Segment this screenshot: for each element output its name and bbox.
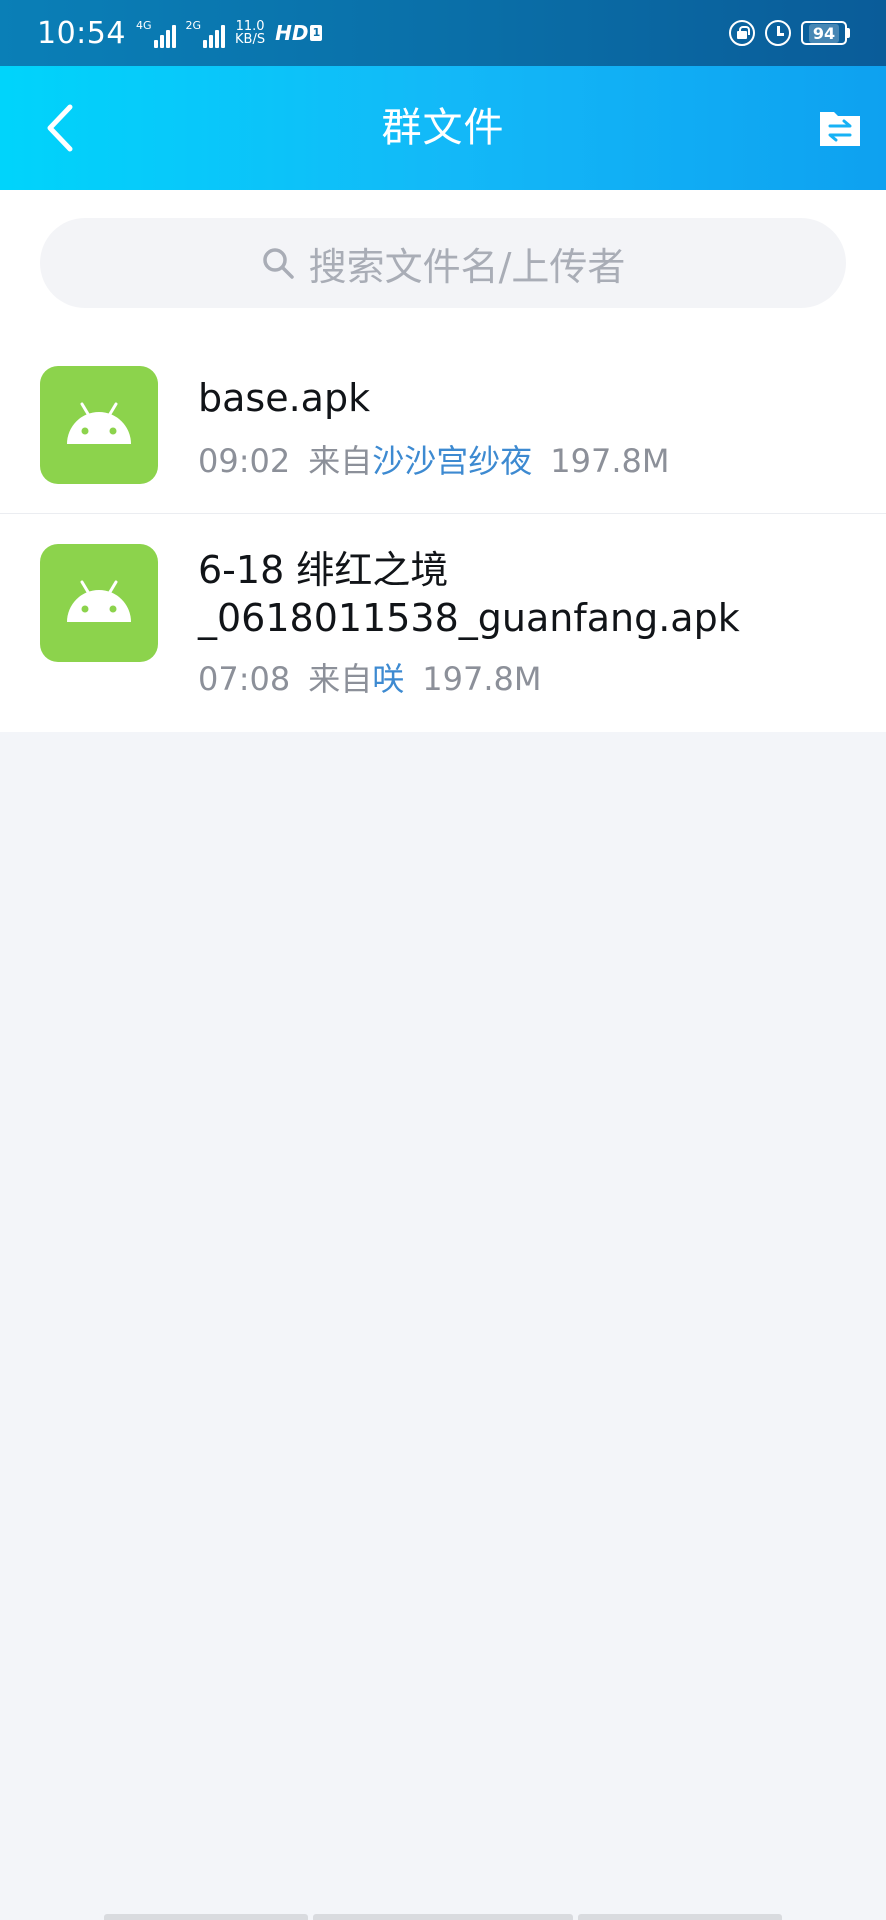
android-icon [40, 366, 158, 484]
network-speed: 11.0 KB/S [235, 20, 265, 46]
search-input[interactable]: 搜索文件名/上传者 [40, 218, 846, 308]
gesture-nav-bar [0, 1910, 886, 1920]
file-time: 09:02 [198, 442, 291, 480]
uploader-link[interactable]: 沙沙宫纱夜 [372, 442, 532, 480]
file-transfer-icon [820, 112, 860, 146]
android-icon [40, 544, 158, 662]
status-bar: 10:54 4G 2G 11.0 KB/S HD 1 94 [0, 0, 886, 66]
file-meta: 07:08 来自咲 197.8M [198, 654, 541, 700]
rotation-lock-icon [729, 20, 755, 46]
net-type-label: 4G [135, 19, 152, 32]
signal-2g-icon: 2G [186, 18, 226, 48]
gesture-hint-left[interactable] [104, 1914, 308, 1920]
file-item[interactable]: base.apk 09:02 来自沙沙宫纱夜 197.8M [0, 340, 886, 514]
gesture-hint-right[interactable] [578, 1914, 782, 1920]
file-meta: 09:02 来自沙沙宫纱夜 197.8M [198, 436, 669, 482]
status-right: 94 [729, 0, 850, 66]
file-time: 07:08 [198, 660, 291, 698]
alarm-clock-icon [765, 20, 791, 46]
page-title: 群文件 [381, 105, 505, 151]
signal-4g-icon: 4G [136, 18, 176, 48]
hd-voice-icon: HD 1 [275, 21, 323, 45]
from-label: 来自 [308, 442, 373, 480]
app-header: 群文件 [0, 66, 886, 190]
net-type-label: 2G [185, 19, 202, 32]
file-transfer-button[interactable] [816, 104, 864, 152]
file-size: 197.8M [550, 442, 670, 480]
file-name: 6-18 绯红之境_0618011538_guanfang.apk [198, 548, 740, 640]
file-name: base.apk [198, 376, 371, 420]
sim-slot-label: 1 [310, 25, 323, 41]
uploader-link[interactable]: 咲 [372, 660, 404, 698]
network-speed-unit: KB/S [235, 32, 266, 47]
status-time: 10:54 [37, 15, 126, 51]
search-placeholder: 搜索文件名/上传者 [308, 244, 626, 289]
search-icon [262, 248, 294, 279]
hd-label: HD [275, 21, 309, 45]
from-label: 来自 [308, 660, 373, 698]
file-list: base.apk 09:02 来自沙沙宫纱夜 197.8M 6-18 绯红之境_06… [0, 340, 886, 732]
file-item[interactable]: 6-18 绯红之境_0618011538_guanfang.apk 07:08 来… [0, 514, 886, 732]
battery-icon: 94 [801, 21, 850, 45]
status-left: 10:54 4G 2G 11.0 KB/S HD 1 [37, 0, 323, 66]
file-size: 197.8M [422, 660, 542, 698]
search-area: 搜索文件名/上传者 [0, 190, 886, 340]
gesture-hint-center[interactable] [313, 1914, 573, 1920]
battery-level: 94 [808, 23, 840, 43]
